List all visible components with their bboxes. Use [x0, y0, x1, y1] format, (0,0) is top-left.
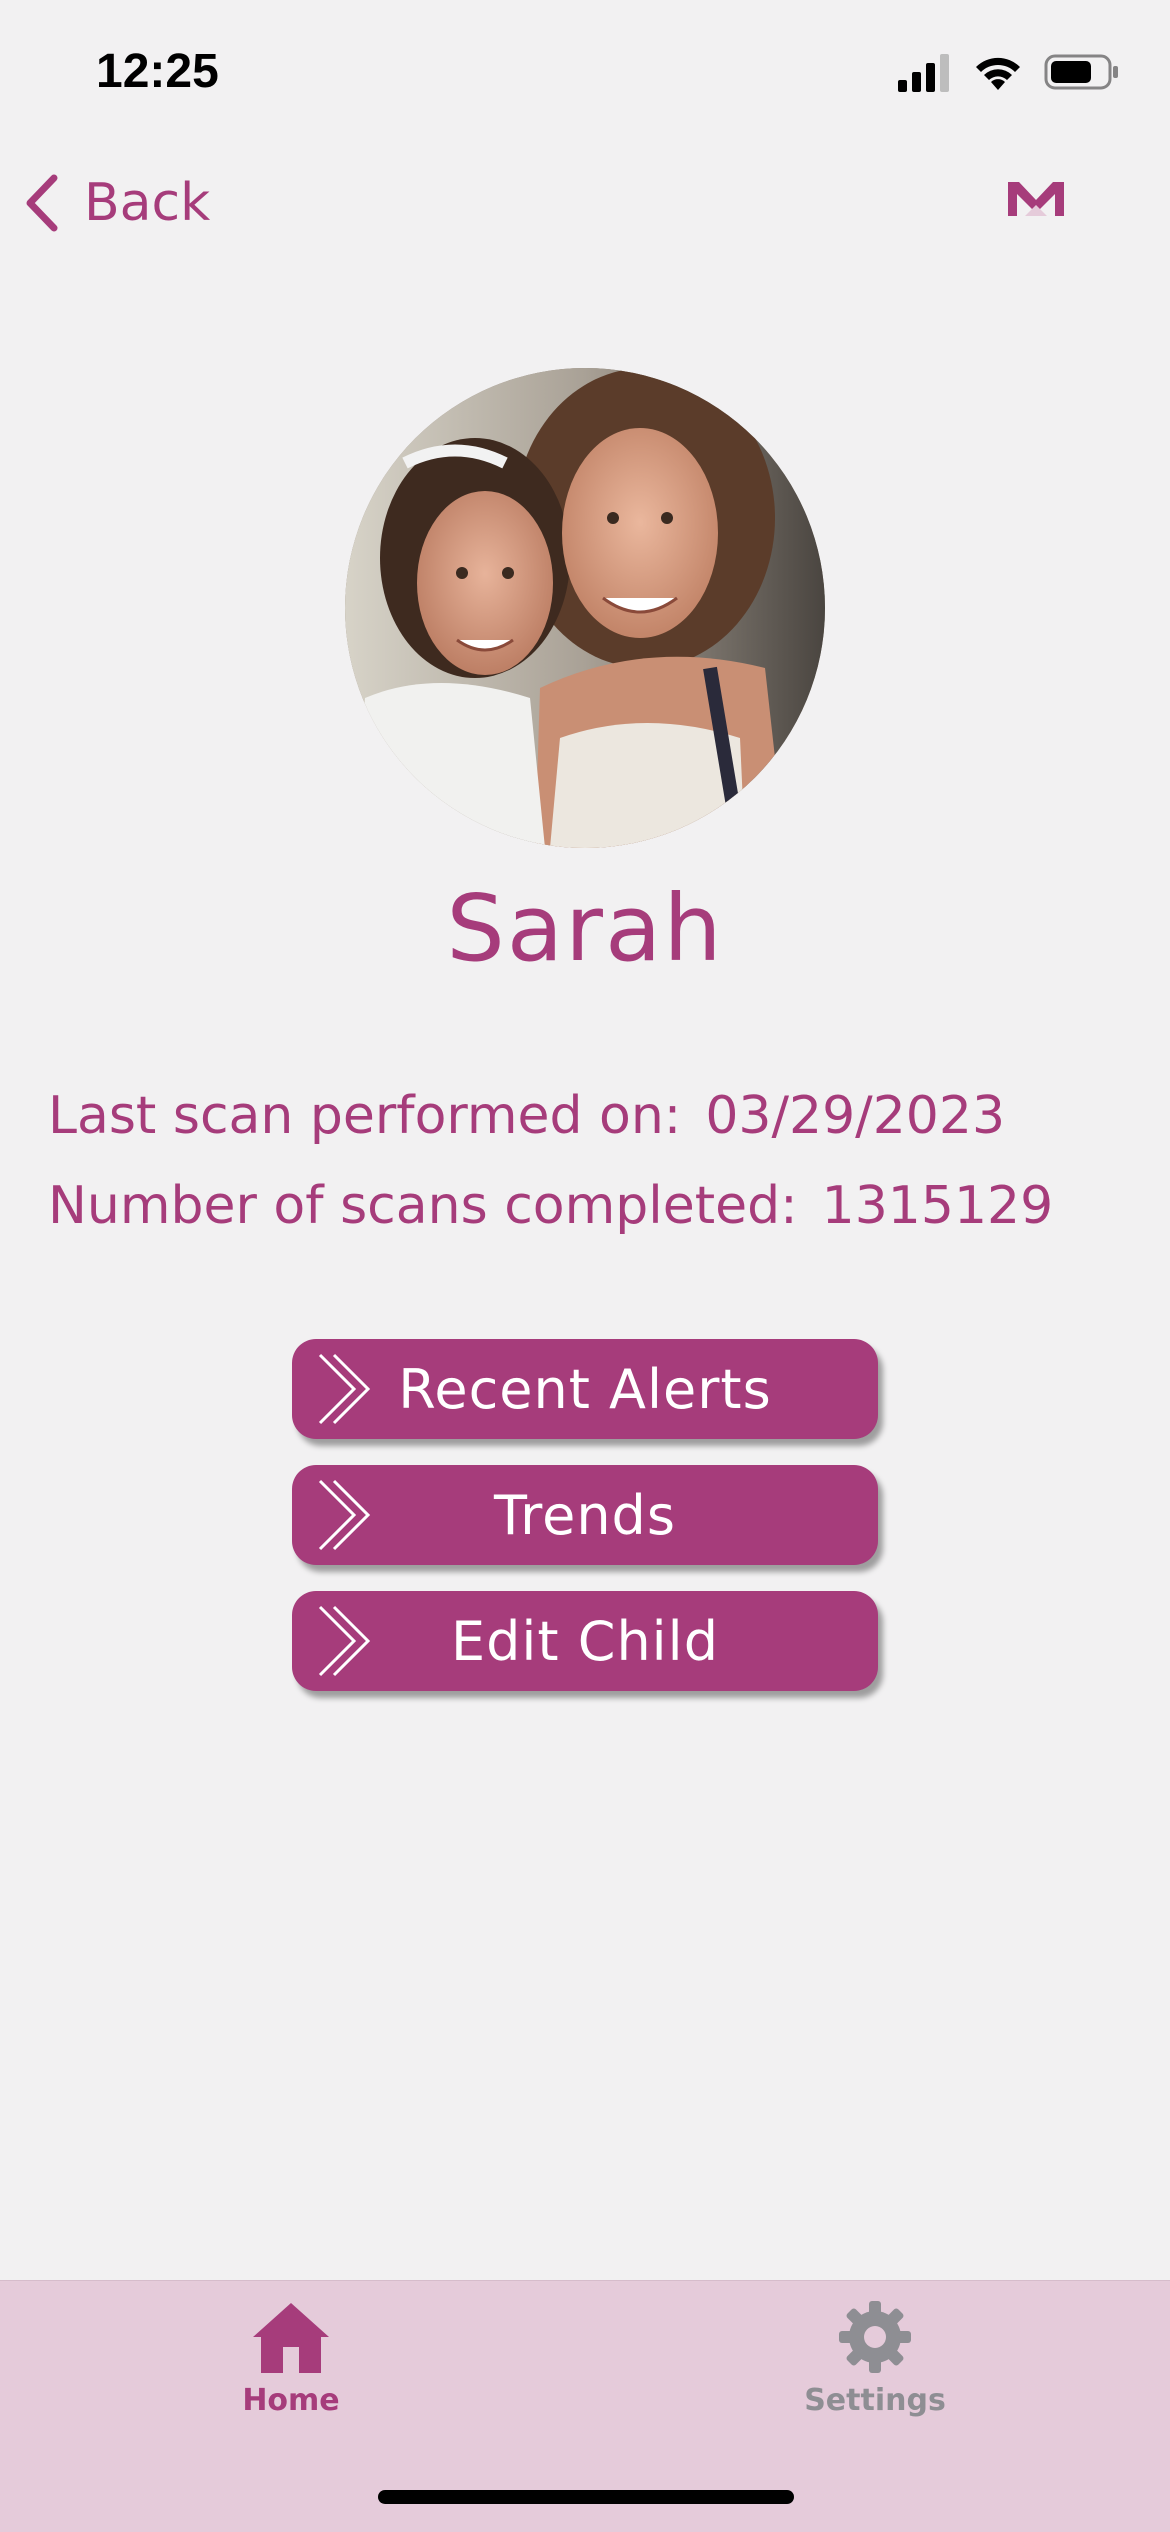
scans-count-value: 1315129 [821, 1176, 1054, 1236]
child-name: Sarah [446, 875, 724, 982]
scans-count-label: Number of scans completed: [48, 1176, 798, 1236]
last-scan-info: Last scan performed on: 03/29/2023 [48, 1086, 1005, 1146]
tab-settings-label: Settings [804, 2383, 946, 2418]
tab-home[interactable]: Home [191, 2299, 391, 2418]
child-avatar-photo [345, 368, 825, 848]
trends-label: Trends [494, 1483, 676, 1547]
battery-icon [1044, 54, 1118, 90]
chevron-left-icon [26, 174, 58, 232]
back-label: Back [84, 173, 211, 233]
status-icons [896, 52, 1120, 92]
cellular-signal-icon [898, 54, 949, 92]
wifi-icon [976, 57, 1020, 90]
house-icon [253, 2303, 329, 2373]
scans-count-info: Number of scans completed: 1315129 [48, 1176, 1053, 1236]
status-bar: 12:25 [0, 0, 1170, 140]
edit-child-button[interactable]: Edit Child [292, 1591, 878, 1691]
tab-settings[interactable]: Settings [775, 2299, 975, 2418]
navigation-bar: Back [0, 160, 1170, 250]
recent-alerts-label: Recent Alerts [398, 1357, 772, 1421]
trends-button[interactable]: Trends [292, 1465, 878, 1565]
last-scan-label: Last scan performed on: [48, 1086, 682, 1146]
brand-monogram-icon [1008, 182, 1064, 216]
edit-child-label: Edit Child [451, 1609, 719, 1673]
tab-home-label: Home [242, 2383, 340, 2418]
status-time: 12:25 [96, 45, 219, 98]
back-button[interactable]: Back [22, 172, 210, 234]
last-scan-value: 03/29/2023 [705, 1086, 1006, 1146]
profile-photo [345, 368, 825, 848]
gear-icon [839, 2301, 911, 2373]
home-indicator [378, 2490, 794, 2504]
recent-alerts-button[interactable]: Recent Alerts [292, 1339, 878, 1439]
